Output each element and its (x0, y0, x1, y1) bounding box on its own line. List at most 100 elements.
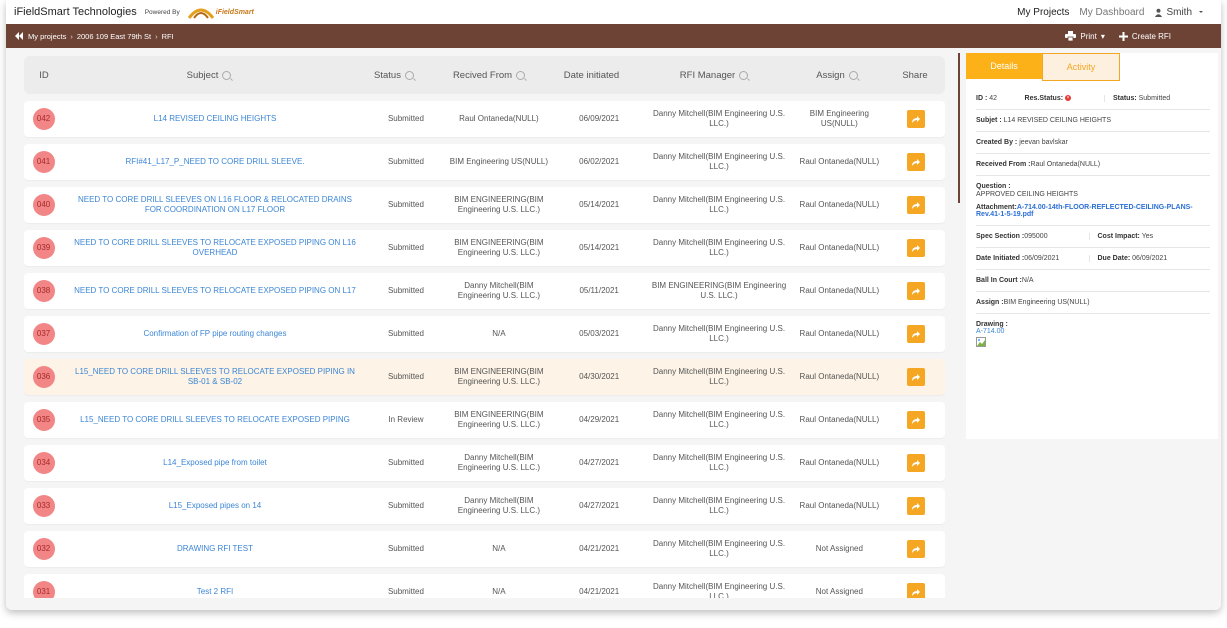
table-header: ID Subject Status Recived From Date init… (24, 56, 945, 94)
share-button[interactable] (906, 454, 925, 472)
double-back-icon[interactable] (14, 32, 24, 40)
row-id-cell: 041 (24, 151, 63, 173)
header-received-from[interactable]: Recived From (434, 70, 544, 81)
my-dashboard-link[interactable]: My Dashboard (1079, 7, 1144, 18)
rfi-subject-link[interactable]: NEED TO CORE DRILL SLEEVES ON L16 FLOOR … (63, 195, 367, 215)
header-rfi-manager[interactable]: RFI Manager (639, 70, 789, 81)
table-row[interactable]: 033 L15_Exposed pipes on 14 Submitted Danny… (24, 488, 945, 524)
create-rfi-button[interactable]: Create RFI (1118, 31, 1171, 41)
rfi-received-from: N/A (492, 329, 506, 338)
rfi-subject-link[interactable]: DRAWING RFI TEST (63, 544, 367, 554)
logo-text: iFieldSmart (215, 8, 254, 16)
user-menu[interactable]: Smith (1154, 7, 1207, 18)
table-row[interactable]: 040 NEED TO CORE DRILL SLEEVES ON L16 FLO… (24, 187, 945, 223)
rfi-status: Submitted (387, 372, 424, 381)
share-button[interactable] (906, 540, 925, 558)
breadcrumb-project[interactable]: 2006 109 East 79th St (77, 32, 151, 41)
table-row[interactable]: 038 NEED TO CORE DRILL SLEEVES TO RELOCAT… (24, 273, 945, 309)
rfi-assign: BIM Engineering US(NULL) (809, 109, 869, 128)
row-share-cell (886, 153, 945, 171)
row-share-cell (886, 497, 945, 515)
detail-drawing: Drawing : A-714.00 (976, 314, 1210, 356)
tab-activity[interactable]: Activity (1042, 53, 1120, 81)
search-icon[interactable] (516, 70, 526, 80)
header-assign-label: Assign (816, 69, 845, 81)
table-row[interactable]: 042 L14 REVISED CEILING HEIGHTS Submitted R… (24, 101, 945, 137)
share-arrow-icon (911, 287, 920, 295)
rfi-date-initiated: 05/03/2021 (579, 329, 620, 338)
detail-due-date: Due Date: 06/09/2021 (1088, 255, 1211, 262)
res-status-label: Res.Status: (1024, 95, 1064, 102)
header-share-label: Share (902, 69, 928, 81)
detail-created: Created By : jeevan bavlskar (976, 139, 1210, 146)
search-icon[interactable] (848, 70, 858, 80)
detail-row-dates: Date Initiated :06/09/2021 Due Date: 06/… (976, 248, 1210, 270)
share-button[interactable] (906, 196, 925, 214)
rfi-subject-link[interactable]: L14_Exposed pipe from toilet (63, 458, 367, 468)
rfi-subject-link[interactable]: L15_NEED TO CORE DRILL SLEEVES TO RELOCA… (63, 367, 367, 387)
detail-subject: Subjet : L14 REVISED CEILING HEIGHTS (976, 117, 1210, 124)
rfi-subject-link[interactable]: Confirmation of FP pipe routing changes (63, 329, 367, 339)
table-row[interactable]: 032 DRAWING RFI TEST Submitted N/A 04/21/202… (24, 531, 945, 567)
table-row[interactable]: 036 L15_NEED TO CORE DRILL SLEEVES TO REL… (24, 359, 945, 395)
header-assign[interactable]: Assign (789, 70, 885, 81)
breadcrumb: My projects › 2006 109 East 79th St › RF… (14, 32, 174, 41)
table-row[interactable]: 039 NEED TO CORE DRILL SLEEVES TO RELOCAT… (24, 230, 945, 266)
row-share-cell (886, 368, 945, 386)
rfi-subject-link[interactable]: Test 2 RFI (63, 587, 367, 597)
created-label: Created By : (976, 139, 1018, 146)
detail-received: Received From :Raul Ontaneda(NULL) (976, 161, 1210, 168)
row-share-cell (886, 583, 945, 598)
header-subject[interactable]: Subject (64, 70, 354, 81)
detail-row-received: Received From :Raul Ontaneda(NULL) (976, 154, 1210, 176)
my-projects-link[interactable]: My Projects (1017, 7, 1069, 18)
share-button[interactable] (906, 153, 925, 171)
share-arrow-icon (911, 459, 920, 467)
print-button[interactable]: Print ▾ (1065, 31, 1105, 41)
row-share-cell (886, 325, 945, 343)
row-share-cell (886, 454, 945, 472)
share-button[interactable] (906, 411, 925, 429)
rfi-subject-link[interactable]: NEED TO CORE DRILL SLEEVES TO RELOCATE E… (63, 238, 367, 258)
table-row[interactable]: 035 L15_NEED TO CORE DRILL SLEEVES TO REL… (24, 402, 945, 438)
row-share-cell (886, 282, 945, 300)
details-tabs: Details Activity (966, 53, 1218, 81)
rfi-subject-link[interactable]: L14 REVISED CEILING HEIGHTS (63, 114, 367, 124)
breadcrumb-separator-icon: › (155, 31, 158, 41)
detail-row-ball: Ball In Court :N/A (976, 270, 1210, 292)
rfi-subject-link[interactable]: L15_Exposed pipes on 14 (63, 501, 367, 511)
tab-details[interactable]: Details (966, 53, 1042, 79)
cost-value: Yes (1141, 233, 1154, 240)
table-row[interactable]: 037 Confirmation of FP pipe routing chang… (24, 316, 945, 352)
share-button[interactable] (906, 282, 925, 300)
rfi-subject-link[interactable]: NEED TO CORE DRILL SLEEVES TO RELOCATE E… (63, 286, 367, 296)
table-row[interactable]: 034 L14_Exposed pipe from toilet Submitted… (24, 445, 945, 481)
broken-image-icon (976, 337, 986, 347)
rfi-subject-link[interactable]: RFI#41_L17_P_NEED TO CORE DRILL SLEEVE. (63, 157, 367, 167)
search-icon[interactable] (222, 70, 232, 80)
rfi-date-initiated: 06/02/2021 (579, 157, 620, 166)
rfi-subject-link[interactable]: L15_NEED TO CORE DRILL SLEEVES TO RELOCA… (63, 415, 367, 425)
rfi-date-initiated: 05/11/2021 (579, 286, 619, 295)
drawing-link[interactable]: A-714.00 (976, 328, 1210, 335)
table-row[interactable]: 041 RFI#41_L17_P_NEED TO CORE DRILL SLEEV… (24, 144, 945, 180)
share-button[interactable] (906, 325, 925, 343)
table-row[interactable]: 031 Test 2 RFI Submitted N/A 04/21/2021 Danny… (24, 574, 945, 598)
breadcrumb-my-projects[interactable]: My projects (28, 32, 66, 41)
share-button[interactable] (906, 583, 925, 598)
share-button[interactable] (906, 368, 925, 386)
row-id-cell: 039 (24, 237, 63, 259)
row-id-cell: 040 (24, 194, 63, 216)
table-scrollbar[interactable] (948, 56, 952, 596)
share-button[interactable] (906, 110, 925, 128)
header-status[interactable]: Status (354, 70, 434, 81)
row-id-cell: 042 (24, 108, 63, 130)
detail-cost: Cost Impact: Yes (1088, 233, 1211, 240)
share-button[interactable] (906, 239, 925, 257)
search-icon[interactable] (739, 70, 749, 80)
search-icon[interactable] (404, 70, 414, 80)
rfi-id-badge: 031 (32, 581, 55, 598)
header-id-label: ID (39, 69, 49, 81)
detail-ball: Ball In Court :N/A (976, 277, 1210, 284)
share-button[interactable] (906, 497, 925, 515)
